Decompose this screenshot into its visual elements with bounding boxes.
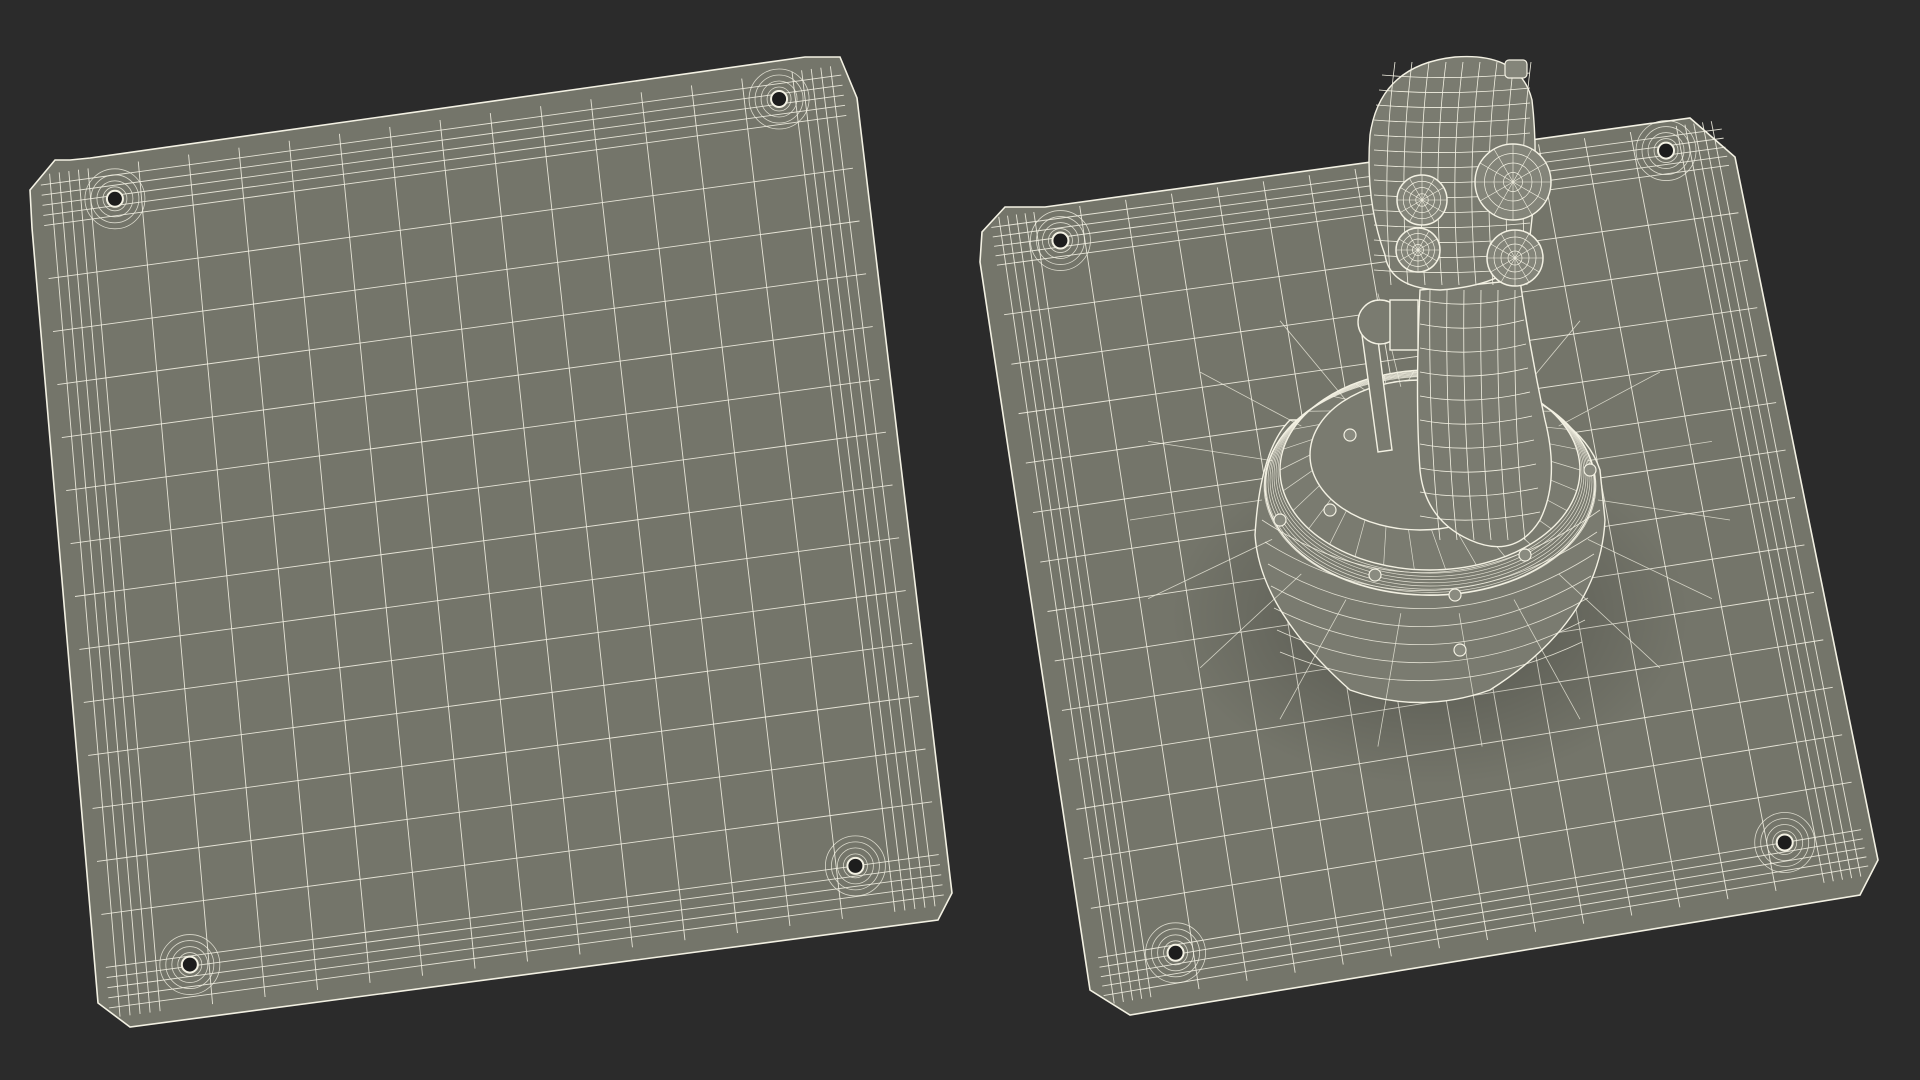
screw xyxy=(1343,428,1357,442)
mounting-hole xyxy=(1775,833,1794,852)
mounting-hole xyxy=(1166,943,1185,962)
base-plate-left xyxy=(29,56,953,1028)
wireframe-render xyxy=(0,0,1920,1080)
top-switch xyxy=(1504,59,1528,79)
mounting-hole xyxy=(105,189,124,208)
mounting-hole xyxy=(846,856,865,875)
mounting-hole xyxy=(1657,141,1676,160)
screw xyxy=(1323,503,1337,517)
mounting-hole xyxy=(180,955,199,974)
screw xyxy=(1453,643,1467,657)
screw xyxy=(1273,513,1287,527)
screw xyxy=(1448,588,1462,602)
render-canvas xyxy=(29,55,1879,1028)
screw xyxy=(1583,463,1597,477)
screw xyxy=(1518,548,1532,562)
screw xyxy=(1368,568,1382,582)
mounting-hole xyxy=(1051,231,1070,250)
mounting-hole xyxy=(770,90,789,109)
